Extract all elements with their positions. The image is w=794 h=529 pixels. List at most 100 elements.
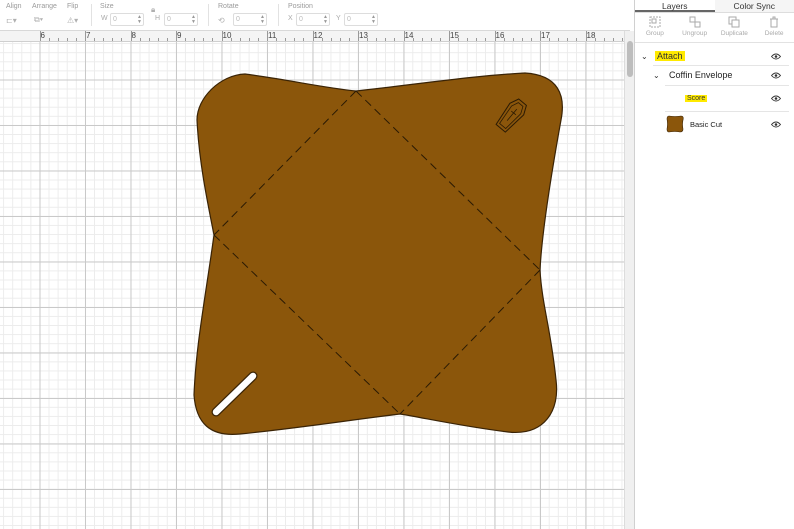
ruler-tick (376, 38, 378, 41)
ruler-tick (412, 38, 414, 41)
ruler-tick (130, 31, 132, 41)
eye-icon[interactable] (771, 72, 781, 79)
ruler-tick (57, 38, 59, 41)
height-prefix: H (155, 15, 161, 22)
ruler-tick (303, 38, 305, 41)
eye-icon[interactable] (771, 95, 781, 102)
ruler-tick (267, 31, 268, 41)
ruler-tick (339, 38, 341, 41)
group-button[interactable]: Group (637, 16, 673, 42)
horizontal-ruler: 6 7 8 9 10 11 12 13 14 15 16 17 18 (0, 31, 624, 42)
rotate-label: Rotate (218, 3, 239, 10)
layer-label-basic-cut: Basic Cut (690, 119, 723, 129)
arrange-label: Arrange (32, 3, 57, 10)
ruler-tick (330, 38, 332, 41)
toolbar-divider (278, 4, 279, 26)
ruler-tick (621, 38, 623, 41)
ruler-tick (348, 38, 350, 41)
x-input[interactable]: 0 ▲ ▼ (296, 13, 330, 26)
ruler-tick (458, 38, 460, 41)
ruler-tick (403, 31, 405, 41)
ruler-tick (39, 31, 41, 41)
align-icon[interactable]: ⊏▾ (6, 14, 17, 26)
ruler-tick (585, 31, 587, 41)
ruler-tick (194, 38, 196, 41)
ruler-tick (103, 38, 105, 41)
eye-icon[interactable] (771, 121, 781, 128)
height-input[interactable]: 0 ▲ ▼ (164, 13, 198, 26)
toolbar-divider (208, 4, 209, 26)
ruler-tick (230, 38, 232, 41)
ruler-tick (449, 31, 450, 41)
panel-tabs: Layers Color Sync (635, 0, 794, 13)
ruler-tick (294, 38, 296, 41)
ruler-tick (567, 38, 569, 41)
ruler-tick (367, 38, 369, 41)
layer-row-coffin-envelope[interactable]: ⌄ Coffin Envelope (635, 68, 794, 82)
ruler-tick (439, 38, 441, 41)
ruler-tick (212, 38, 214, 41)
duplicate-button[interactable]: Duplicate (716, 16, 752, 42)
design-canvas[interactable] (0, 42, 624, 529)
width-input[interactable]: 0 ▲ ▼ (110, 13, 144, 26)
ruler-tick (176, 31, 177, 41)
ruler-tick (285, 38, 287, 41)
eye-icon[interactable] (771, 53, 781, 60)
ruler-tick (321, 38, 323, 41)
width-prefix: W (101, 15, 108, 22)
envelope-drawing (193, 72, 563, 435)
layer-row-score[interactable]: Score (635, 91, 794, 105)
ruler-tick (485, 38, 487, 41)
row-divider (653, 65, 789, 66)
ruler-tick (203, 38, 205, 41)
arrange-icon[interactable]: ⧉▾ (34, 14, 43, 26)
ruler-tick-label: 8 (131, 31, 136, 40)
group-icon (649, 16, 661, 28)
ruler-tick (221, 31, 223, 41)
ruler-tick (85, 31, 86, 41)
ruler-tick (75, 38, 77, 41)
ruler-tick (394, 38, 396, 41)
flip-icon[interactable]: ⚠▾ (67, 14, 78, 26)
chevron-down-icon[interactable]: ⌄ (641, 52, 648, 61)
ruler-tick-label: 9 (177, 31, 182, 40)
ruler-tick (139, 38, 141, 41)
trash-icon (770, 16, 779, 28)
scrollbar-thumb[interactable] (627, 41, 633, 77)
ruler-tick (576, 38, 578, 41)
tab-layers[interactable]: Layers (635, 0, 715, 12)
row-divider (665, 85, 789, 86)
ruler-tick (530, 38, 532, 41)
ruler-tick-label: 6 (40, 31, 45, 40)
ruler-tick (421, 38, 423, 41)
x-prefix: X (288, 15, 293, 22)
ruler-tick (248, 38, 250, 41)
rotate-input[interactable]: 0 ▲ ▼ (233, 13, 267, 26)
ruler-tick (112, 38, 114, 41)
ungroup-button[interactable]: Ungroup (677, 16, 713, 42)
layer-row-basic-cut[interactable]: Basic Cut (635, 114, 794, 134)
ruler-tick (66, 38, 68, 41)
y-prefix: Y (336, 15, 341, 22)
ruler-tick (521, 38, 523, 41)
rotate-icon: ⟲ (218, 15, 225, 25)
layer-row-attach[interactable]: ⌄ Attach (635, 49, 794, 63)
ruler-tick (503, 38, 505, 41)
tab-color-sync[interactable]: Color Sync (715, 0, 794, 12)
position-label: Position (288, 3, 313, 10)
ruler-tick (549, 38, 551, 41)
ruler-tick-label: 7 (86, 31, 91, 40)
layer-label-score: Score (685, 94, 708, 102)
ruler-tick (312, 31, 314, 41)
layer-label-attach: Attach (655, 51, 685, 61)
ruler-tick (148, 38, 150, 41)
ruler-tick (594, 38, 596, 41)
delete-button[interactable]: Delete (756, 16, 792, 42)
canvas-vertical-scrollbar[interactable] (624, 31, 634, 529)
y-input[interactable]: 0 ▲ ▼ (344, 13, 378, 26)
ruler-tick-label: 11 (268, 31, 277, 40)
shape-thumbnail (666, 115, 684, 133)
chevron-down-icon[interactable]: ⌄ (653, 71, 660, 80)
ruler-tick (430, 38, 432, 41)
ruler-tick (121, 38, 123, 41)
